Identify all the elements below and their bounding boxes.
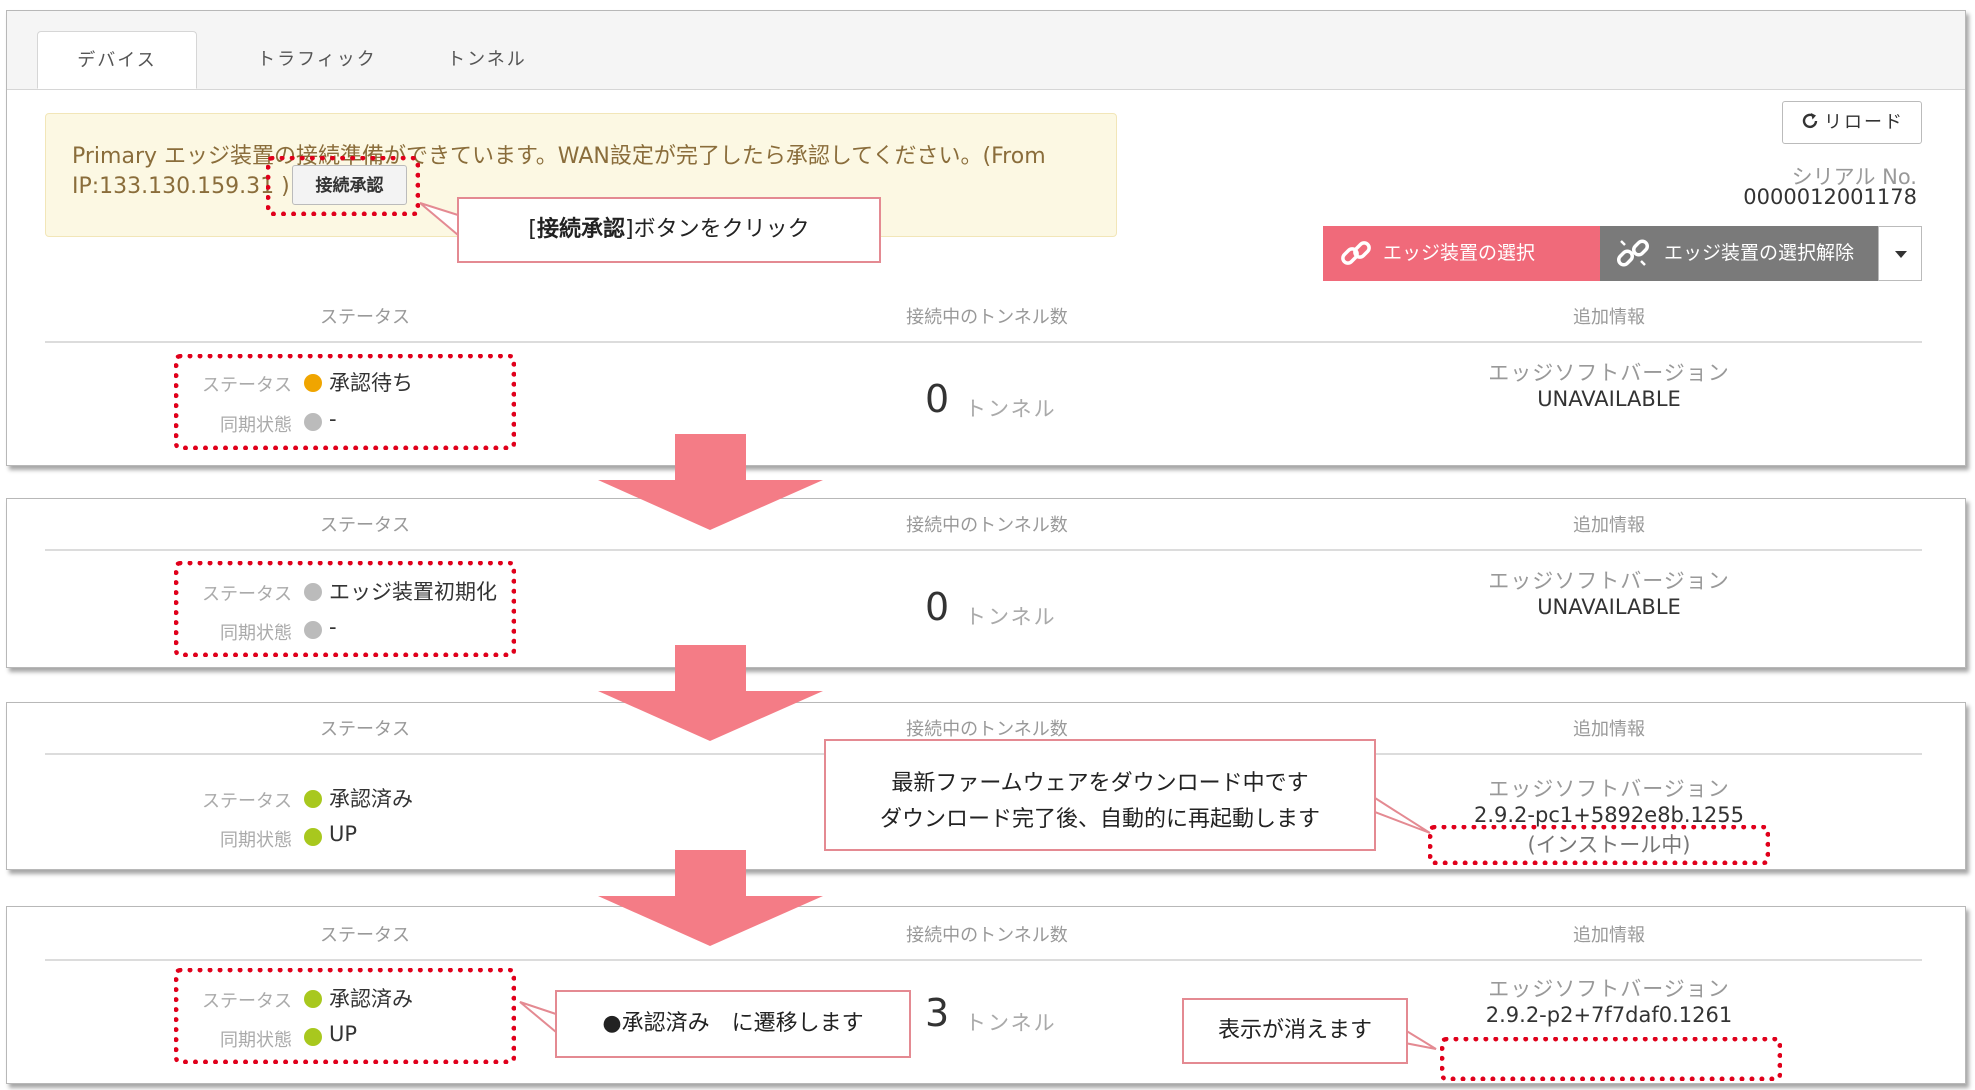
tunnel-count: 0 [925, 585, 950, 629]
tunnel-unit: トンネル [965, 605, 1057, 629]
callout-disappear: 表示が消えます [1182, 998, 1408, 1064]
table-divider [45, 549, 1922, 551]
sync-value: UP [329, 822, 358, 846]
column-info: 追加情報 [1573, 719, 1645, 740]
callout-firmware-line1: 最新ファームウェアをダウンロード中です [891, 771, 1309, 796]
tab-bar: デバイス トラフィック トンネル [7, 11, 1965, 90]
callout-approved: ●承認済み に遷移します [555, 990, 911, 1058]
column-tunnels: 接続中のトンネル数 [906, 307, 1068, 328]
select-edge-button[interactable]: エッジ装置の選択 [1323, 226, 1600, 281]
tunnel-count: 0 [925, 377, 950, 421]
sync-row-label: 同期状態 [220, 830, 292, 851]
reload-button[interactable]: リロード [1782, 101, 1922, 144]
column-info: 追加情報 [1573, 515, 1645, 536]
column-status: ステータス [320, 925, 410, 946]
serial-value: 0000012001178 [1743, 185, 1917, 209]
link-icon [1341, 241, 1371, 265]
column-info: 追加情報 [1573, 307, 1645, 328]
callout-click-accept: [接続承認]ボタンをクリック [457, 197, 881, 263]
callout-disappear-text: 表示が消えます [1217, 1018, 1372, 1043]
status-row-label: ステータス [202, 791, 292, 812]
down-arrow-2 [598, 645, 823, 741]
alert-message-line1: Primary エッジ装置の接続準備ができています。WAN設定が完了したら承認し… [72, 144, 1046, 169]
down-arrow-1 [598, 434, 823, 530]
refresh-icon [1802, 113, 1818, 129]
unlink-icon [1616, 239, 1650, 267]
column-tunnels: 接続中のトンネル数 [906, 925, 1068, 946]
tab-traffic[interactable]: トラフィック [229, 31, 405, 89]
callout-click-bold: 接続承認 [536, 217, 625, 242]
tab-tunnel[interactable]: トンネル [417, 31, 557, 89]
highlight-status-approved [174, 968, 516, 1064]
deselect-edge-button[interactable]: エッジ装置の選択解除 [1600, 226, 1878, 281]
column-status: ステータス [320, 719, 410, 740]
status-dot [304, 790, 322, 808]
status-value: 承認済み [329, 787, 413, 811]
column-status: ステータス [320, 307, 410, 328]
edge-version-label: エッジソフトバージョン [1488, 777, 1730, 801]
edge-version-label: エッジソフトバージョン [1488, 361, 1730, 385]
down-arrow-3 [598, 850, 823, 946]
highlight-empty-install [1440, 1037, 1782, 1081]
deselect-edge-label: エッジ装置の選択解除 [1664, 242, 1855, 264]
highlight-status-initializing [174, 561, 516, 657]
edge-options-dropdown[interactable] [1878, 226, 1922, 281]
callout-firmware-line2: ダウンロード完了後、自動的に再起動します [879, 807, 1320, 832]
table-divider [45, 341, 1922, 343]
edge-version-value: UNAVAILABLE [1537, 387, 1681, 411]
callout-firmware: 最新ファームウェアをダウンロード中です ダウンロード完了後、自動的に再起動します [824, 739, 1376, 851]
column-info: 追加情報 [1573, 925, 1645, 946]
column-tunnels: 接続中のトンネル数 [906, 719, 1068, 740]
edge-version-value: 2.9.2-p2+7f7daf0.1261 [1485, 1003, 1733, 1027]
highlight-installing [1428, 825, 1770, 865]
select-edge-label: エッジ装置の選択 [1383, 242, 1536, 264]
table-divider [45, 959, 1922, 961]
tunnel-unit: トンネル [965, 397, 1057, 421]
edge-version-value: UNAVAILABLE [1537, 595, 1681, 619]
alert-message-line2: IP:133.130.159.31 ) [72, 174, 290, 199]
tab-device[interactable]: デバイス [37, 31, 197, 89]
callout-approved-text: ●承認済み に遷移します [602, 1011, 864, 1036]
tunnel-count: 3 [925, 991, 950, 1035]
reload-label: リロード [1824, 112, 1904, 133]
callout-click-prefix: [ [528, 217, 537, 242]
edge-version-value: 2.9.2-pc1+5892e8b.1255 [1473, 803, 1745, 827]
column-status: ステータス [320, 515, 410, 536]
sync-dot [304, 828, 322, 846]
edge-version-label: エッジソフトバージョン [1488, 569, 1730, 593]
highlight-accept-button [266, 156, 420, 216]
tunnel-unit: トンネル [965, 1011, 1057, 1035]
callout-click-suffix: ]ボタンをクリック [625, 217, 810, 242]
highlight-status-pending [174, 354, 516, 450]
edge-version-label: エッジソフトバージョン [1488, 977, 1730, 1001]
column-tunnels: 接続中のトンネル数 [906, 515, 1068, 536]
